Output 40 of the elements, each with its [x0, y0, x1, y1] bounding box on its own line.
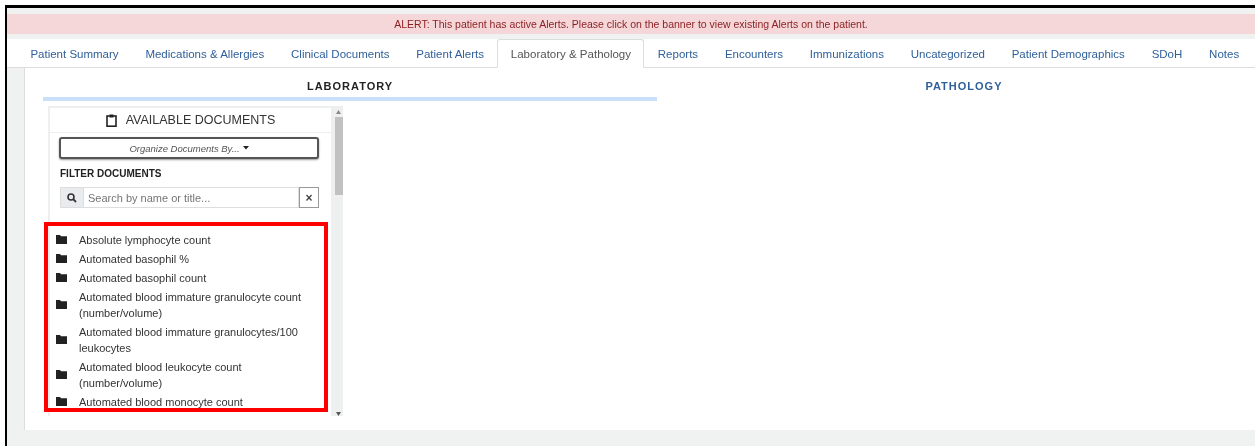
- filter-label: FILTER DOCUMENTS: [60, 168, 163, 179]
- tab[interactable]: Patient Summary: [17, 39, 132, 68]
- document-item[interactable]: Automated blood immature granulocyte count (number/volume): [79, 287, 317, 322]
- tab[interactable]: Patient Demographics: [998, 39, 1139, 68]
- tab[interactable]: Notes: [1195, 39, 1253, 68]
- tab[interactable]: Encounters: [711, 39, 797, 68]
- folder-icon: [56, 370, 67, 379]
- folder-icon: [56, 254, 67, 263]
- section-tab[interactable]: LABORATORY: [43, 68, 657, 101]
- folder-icon: [56, 300, 67, 309]
- folder-icon: [56, 273, 67, 282]
- search-field[interactable]: Search by name or title...: [84, 187, 299, 208]
- organize-dropdown[interactable]: Organize Documents By...: [59, 137, 319, 159]
- tab[interactable]: SDoH: [1138, 39, 1196, 68]
- folder-icon: [56, 397, 67, 406]
- scrollbar-thumb[interactable]: [334, 117, 343, 195]
- tab[interactable]: Uncategorized: [897, 39, 999, 68]
- tab[interactable]: Laboratory & Pathology: [497, 39, 645, 68]
- scroll-up-icon[interactable]: [336, 110, 341, 114]
- scroll-down-icon[interactable]: [336, 412, 341, 416]
- tab[interactable]: Patient Alerts: [402, 39, 498, 68]
- document-item[interactable]: Automated blood immature granulocytes/100 leukocytes: [79, 322, 317, 357]
- document-item[interactable]: Automated basophil %: [79, 249, 317, 268]
- document-item[interactable]: Automated basophil count: [79, 268, 317, 287]
- folder-icon: [56, 235, 67, 244]
- search-icon: [60, 187, 84, 208]
- document-item[interactable]: Absolute lymphocyte count: [79, 230, 317, 249]
- alert-banner[interactable]: ALERT: This patient has active Alerts. Please click on the banner to view existing Alerts on the patient.: [7, 14, 1255, 34]
- clear-button[interactable]: ×: [299, 187, 319, 208]
- clipboard-icon: [105, 113, 117, 127]
- tab[interactable]: Immunizations: [796, 39, 898, 68]
- tab[interactable]: Reports: [644, 39, 712, 68]
- tab[interactable]: Clinical Documents: [277, 39, 403, 68]
- section-tab[interactable]: PATHOLOGY: [657, 68, 1255, 101]
- document-item[interactable]: Automated blood leukocyte count (number/volume): [79, 357, 317, 392]
- folder-icon: [56, 335, 67, 344]
- tab[interactable]: Medications & Allergies: [132, 39, 278, 68]
- caret-icon: [242, 146, 249, 150]
- document-item[interactable]: Automated blood monocyte count: [79, 392, 317, 411]
- panel-title: AVAILABLE DOCUMENTS: [125, 113, 276, 127]
